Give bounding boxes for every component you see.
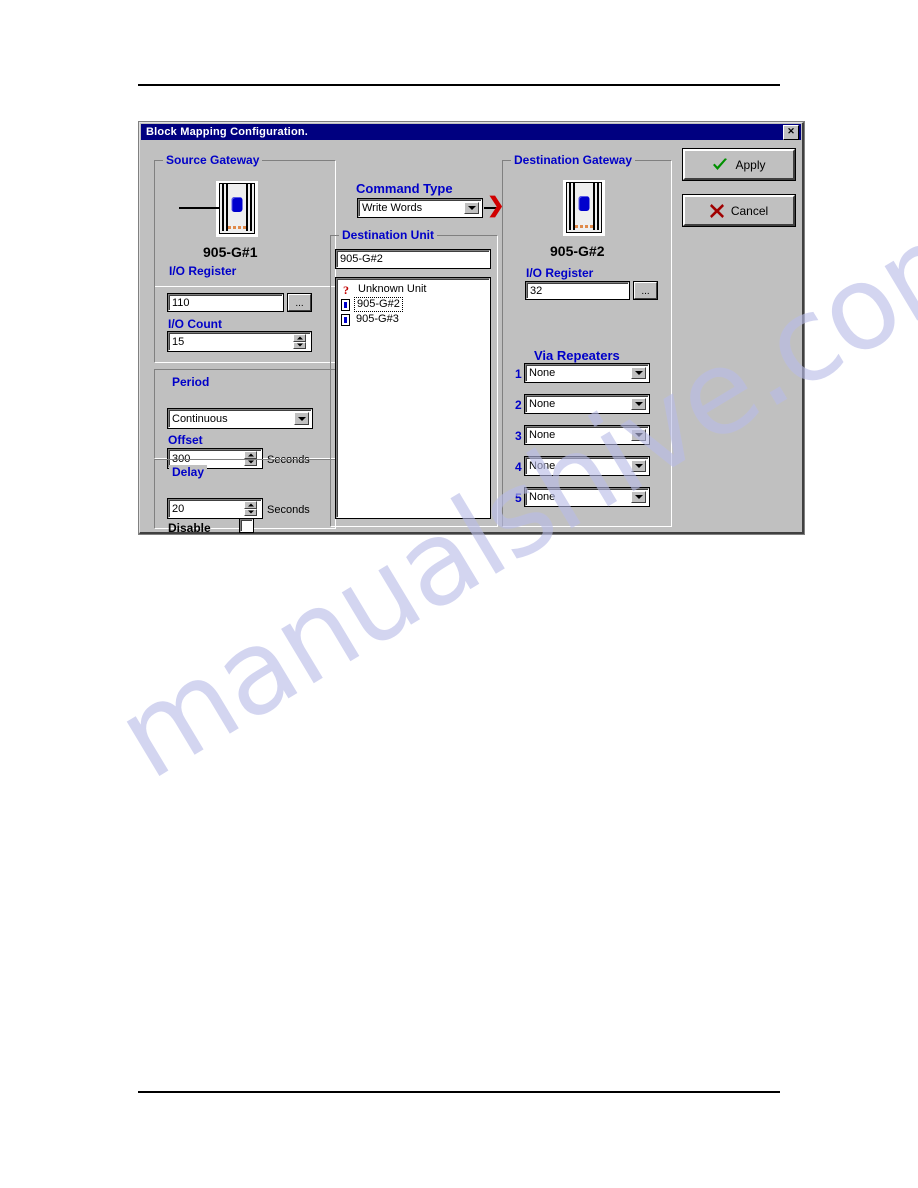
delay-legend: Delay [169,465,208,479]
destination-device-name: 905-G#2 [550,243,605,259]
list-item[interactable]: 905-G#3 [340,312,489,327]
disable-label: Disable [168,521,211,535]
dialog-titlebar: Block Mapping Configuration. ✕ [141,124,801,140]
header-rule [138,84,780,86]
period-select[interactable]: Continuous [168,409,312,428]
apply-button-label: Apply [735,157,766,172]
gateway-device-icon [563,180,605,236]
list-item[interactable]: 905-G#2 [340,297,489,312]
cancel-button[interactable]: Cancel [683,195,795,226]
chevron-down-icon[interactable] [631,367,646,379]
period-select-value: Continuous [172,412,228,425]
command-type-select[interactable]: Write Words [358,199,482,217]
source-device-name: 905-G#1 [203,244,258,260]
chevron-down-icon[interactable] [294,412,309,425]
flow-line-left [179,207,219,209]
source-io-subgroup [154,285,336,363]
destination-unit-list[interactable]: ? Unknown Unit 905-G#2 905-G#3 [336,278,490,518]
destination-unit-legend: Destination Unit [339,228,437,242]
repeater-select-4-value: None [529,460,556,472]
cancel-button-label: Cancel [730,203,769,218]
repeater-index-4: 4 [515,460,522,474]
block-mapping-dialog: Block Mapping Configuration. ✕ Source Ga… [139,122,804,535]
destination-io-register-input[interactable]: 32 [526,282,629,299]
chevron-down-icon[interactable] [631,460,646,472]
check-icon [713,157,728,170]
close-icon[interactable]: ✕ [783,125,799,140]
gateway-device-icon [216,181,258,237]
delay-units: Seconds [267,504,310,516]
offset-label: Offset [168,433,203,447]
dialog-title: Block Mapping Configuration. [146,126,309,138]
repeater-select-3-value: None [529,429,556,441]
unit-device-icon [341,298,350,311]
repeater-select-5-value: None [529,491,556,503]
list-item-label: Unknown Unit [358,283,427,295]
command-type-label: Command Type [356,181,453,196]
repeater-select-1-value: None [529,367,556,379]
repeater-index-3: 3 [515,429,522,443]
list-item-label: 905-G#3 [356,313,399,325]
footer-rule [138,1091,780,1093]
x-icon [709,203,724,218]
source-gateway-legend: Source Gateway [163,153,263,167]
repeater-select-4[interactable]: None [525,457,649,475]
repeater-select-5[interactable]: None [525,488,649,506]
destination-gateway-legend: Destination Gateway [511,153,636,167]
repeater-index-5: 5 [515,491,522,505]
via-repeaters-label: Via Repeaters [534,348,620,363]
list-item-label: 905-G#2 [354,297,403,312]
period-legend: Period [169,375,213,389]
list-item[interactable]: ? Unknown Unit [340,282,489,297]
apply-button[interactable]: Apply [683,149,795,180]
repeater-select-3[interactable]: None [525,426,649,444]
destination-unit-selected-input[interactable]: 905-G#2 [336,250,490,268]
source-gateway-group: Source Gateway 905-G#1 I/O Register [154,153,336,287]
source-io-register-label: I/O Register [169,264,237,278]
chevron-down-icon[interactable] [464,202,479,214]
repeater-select-2[interactable]: None [525,395,649,413]
repeater-index-1: 1 [515,367,522,381]
command-type-value: Write Words [362,202,423,214]
unit-device-icon [341,313,350,326]
delay-stepper[interactable] [244,501,257,516]
destination-io-register-browse-button[interactable]: ... [634,282,657,299]
chevron-down-icon[interactable] [631,429,646,441]
repeater-select-2-value: None [529,398,556,410]
repeater-select-1[interactable]: None [525,364,649,382]
disable-checkbox[interactable] [240,519,253,532]
unknown-unit-icon: ? [343,282,349,297]
chevron-down-icon[interactable] [631,491,646,503]
chevron-down-icon[interactable] [631,398,646,410]
repeater-index-2: 2 [515,398,522,412]
destination-io-register-label: I/O Register [526,266,594,280]
